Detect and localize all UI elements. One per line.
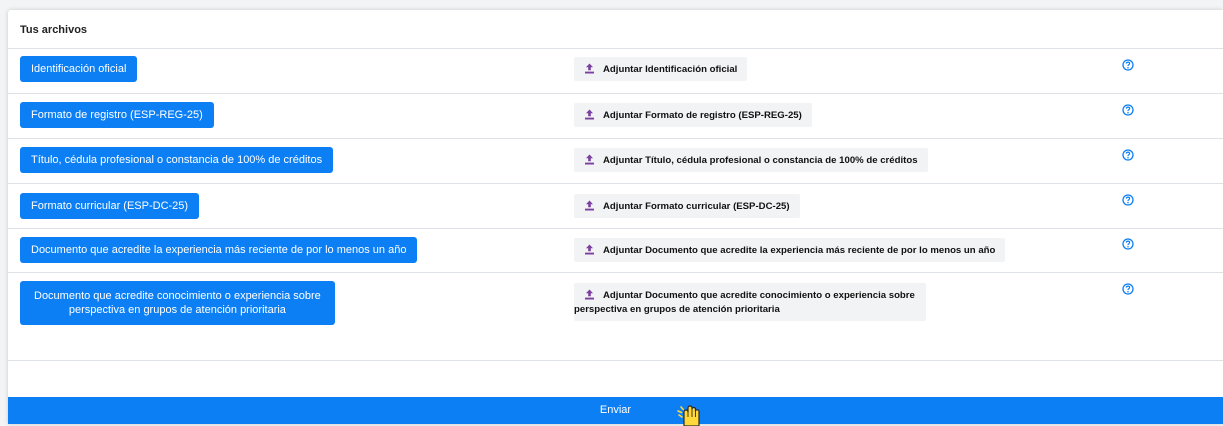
attach-label: Adjuntar Título, cédula profesional o co… <box>603 155 918 166</box>
divider <box>8 360 1223 361</box>
question-circle-icon[interactable] <box>1122 104 1134 116</box>
attach-file-button[interactable]: Adjuntar Documento que acredite conocimi… <box>574 283 926 321</box>
file-row: Documento que acredite conocimiento o ex… <box>8 273 1223 333</box>
attach-file-button[interactable]: Adjuntar Título, cédula profesional o co… <box>574 148 928 172</box>
attach-line: Adjuntar Documento que acredite conocimi… <box>574 289 916 301</box>
document-button[interactable]: Identificación oficial <box>20 56 138 82</box>
upload-icon <box>585 154 594 165</box>
hand-pointer-icon <box>677 405 700 426</box>
attach-file-button[interactable]: Adjuntar Documento que acredite la exper… <box>574 238 1006 262</box>
upload-icon <box>585 63 594 74</box>
attach-label: perspectiva en grupos de atención priori… <box>574 304 780 315</box>
upload-icon <box>585 244 594 255</box>
upload-icon <box>585 200 594 211</box>
upload-icon <box>585 289 594 300</box>
attach-label: Adjuntar Identificación oficial <box>603 64 738 75</box>
attach-label: Adjuntar Formato curricular (ESP-DC-25) <box>603 201 790 212</box>
document-button[interactable]: Formato curricular (ESP-DC-25) <box>20 193 200 219</box>
attach-label: Adjuntar Formato de registro (ESP-REG-25… <box>603 110 802 121</box>
attach-file-button[interactable]: Adjuntar Formato de registro (ESP-REG-25… <box>574 103 812 127</box>
submit-button[interactable]: Enviar <box>8 397 1223 424</box>
question-circle-icon[interactable] <box>1122 59 1134 71</box>
question-circle-icon[interactable] <box>1122 149 1134 161</box>
file-row: Título, cédula profesional o constancia … <box>8 139 1223 184</box>
document-button-line: perspectiva en grupos de atención priori… <box>68 304 286 316</box>
section-title: Tus archivos <box>20 24 88 36</box>
document-button[interactable]: Formato de registro (ESP-REG-25) <box>20 102 214 128</box>
document-button[interactable]: Documento que acredite conocimiento o ex… <box>20 281 335 325</box>
attach-file-button[interactable]: Adjuntar Identificación oficial <box>574 57 748 81</box>
file-row: Identificación oficial Adjuntar Identifi… <box>8 49 1223 94</box>
attach-file-button[interactable]: Adjuntar Formato curricular (ESP-DC-25) <box>574 194 800 218</box>
question-circle-icon[interactable] <box>1122 283 1134 295</box>
file-row: Formato curricular (ESP-DC-25) Adjuntar … <box>8 184 1223 229</box>
file-row: Formato de registro (ESP-REG-25) Adjunta… <box>8 94 1223 139</box>
upload-icon <box>585 109 594 120</box>
question-circle-icon[interactable] <box>1122 238 1134 250</box>
attach-label: Adjuntar Documento que acredite la exper… <box>603 245 996 256</box>
files-card: Tus archivos Identificación oficial Adju… <box>8 10 1223 424</box>
document-button[interactable]: Documento que acredite la experiencia má… <box>20 237 418 263</box>
question-circle-icon[interactable] <box>1122 194 1134 206</box>
document-button[interactable]: Título, cédula profesional o constancia … <box>20 147 334 173</box>
file-row: Documento que acredite la experiencia má… <box>8 229 1223 273</box>
attach-label: Adjuntar Documento que acredite conocimi… <box>603 290 915 301</box>
document-button-line: Documento que acredite conocimiento o ex… <box>34 290 321 302</box>
